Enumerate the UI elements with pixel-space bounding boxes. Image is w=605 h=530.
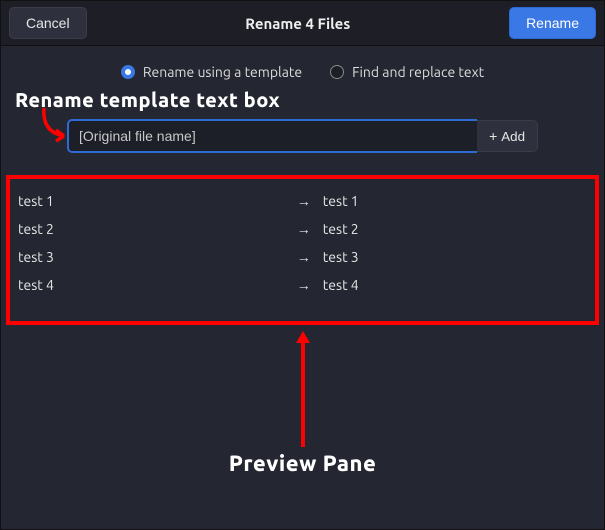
preview-row: test 2→test 2 bbox=[14, 215, 591, 243]
preview-row: test 1→test 1 bbox=[14, 187, 591, 215]
rename-dialog: Cancel Rename 4 Files Rename Rename usin… bbox=[0, 0, 605, 530]
preview-row: test 3→test 3 bbox=[14, 243, 591, 271]
mode-template-option[interactable]: Rename using a template bbox=[121, 64, 302, 80]
preview-new-name: test 2 bbox=[323, 221, 587, 237]
preview-old-name: test 2 bbox=[18, 221, 297, 237]
arrow-right-icon: → bbox=[297, 221, 323, 237]
rename-button[interactable]: Rename bbox=[509, 7, 596, 39]
preview-new-name: test 4 bbox=[323, 277, 587, 293]
radio-icon bbox=[121, 65, 135, 79]
preview-new-name: test 3 bbox=[323, 249, 587, 265]
mode-find-replace-option[interactable]: Find and replace text bbox=[330, 64, 484, 80]
preview-pane: test 1→test 1test 2→test 2test 3→test 3t… bbox=[6, 175, 599, 325]
preview-old-name: test 1 bbox=[18, 193, 297, 209]
plus-icon: + bbox=[489, 128, 497, 144]
annotation-preview-container: Preview Pane bbox=[1, 325, 604, 476]
preview-old-name: test 3 bbox=[18, 249, 297, 265]
preview-new-name: test 1 bbox=[323, 193, 587, 209]
mode-template-label: Rename using a template bbox=[143, 64, 302, 80]
dialog-title: Rename 4 Files bbox=[245, 15, 350, 32]
annotation-preview-label: Preview Pane bbox=[1, 451, 604, 476]
template-input-row: + Add bbox=[1, 111, 604, 167]
mode-find-replace-label: Find and replace text bbox=[352, 64, 484, 80]
arrow-right-icon: → bbox=[297, 249, 323, 265]
add-token-button[interactable]: + Add bbox=[477, 120, 538, 152]
add-token-label: Add bbox=[501, 129, 525, 144]
dialog-header: Cancel Rename 4 Files Rename bbox=[1, 1, 604, 46]
arrow-right-icon: → bbox=[297, 193, 323, 209]
radio-icon bbox=[330, 65, 344, 79]
annotation-template-box-label: Rename template text box bbox=[1, 84, 604, 111]
cancel-button[interactable]: Cancel bbox=[9, 7, 87, 39]
arrow-right-icon: → bbox=[297, 277, 323, 293]
preview-row: test 4→test 4 bbox=[14, 271, 591, 299]
rename-template-input[interactable] bbox=[67, 119, 477, 153]
mode-selector: Rename using a template Find and replace… bbox=[1, 46, 604, 84]
preview-old-name: test 4 bbox=[18, 277, 297, 293]
annotation-arrow-icon bbox=[293, 329, 313, 449]
